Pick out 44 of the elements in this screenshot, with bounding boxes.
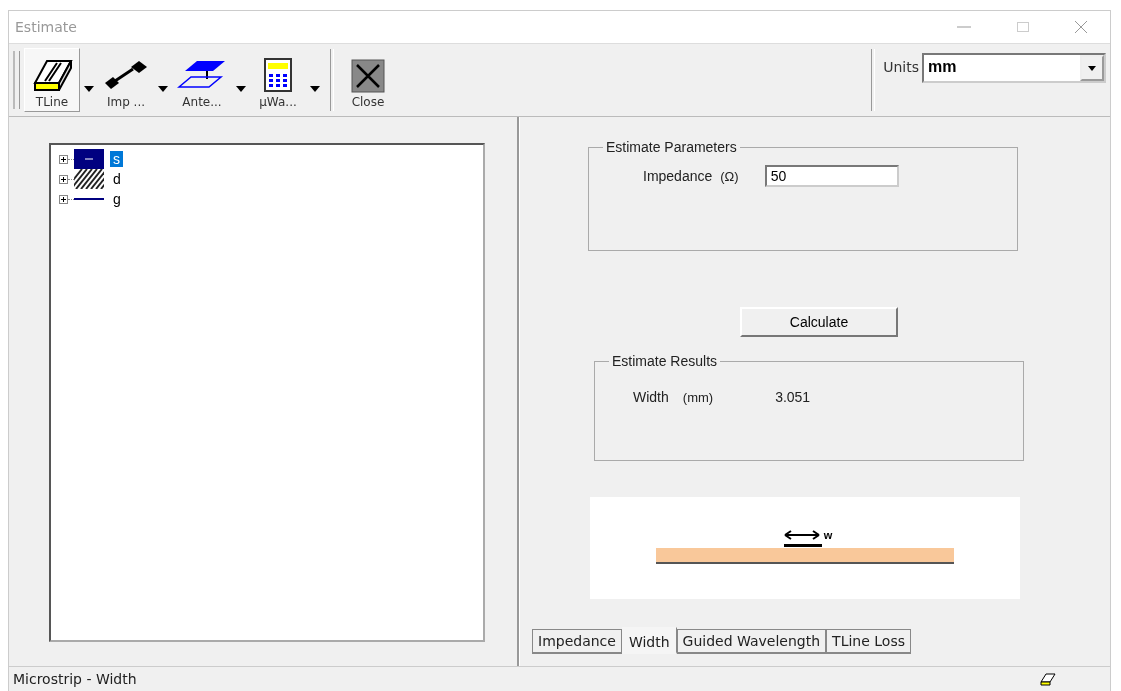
hatched-layer-icon	[74, 169, 104, 189]
transmission-line-icon	[1040, 672, 1056, 686]
tab[interactable]: TLine Loss	[826, 629, 911, 654]
group-title: Estimate Parameters	[605, 139, 738, 155]
layer-icon	[74, 149, 104, 169]
transmission-line-icon	[31, 57, 73, 93]
toolbar-button[interactable]: Close	[340, 48, 396, 112]
tree-item[interactable]: s	[110, 151, 123, 167]
width-arrow-icon	[783, 530, 820, 540]
caret-icon[interactable]	[310, 86, 320, 92]
caret-icon[interactable]	[158, 86, 168, 92]
group-title: Estimate Results	[611, 353, 719, 369]
caret-icon[interactable]	[84, 86, 94, 92]
unit-label: (mm)	[682, 389, 714, 405]
status-text: Microstrip - Width	[13, 671, 137, 687]
tab[interactable]: Impedance	[532, 629, 622, 654]
toolbar-button[interactable]: Imp ...	[98, 48, 154, 112]
field-label: Impedance	[643, 168, 713, 184]
close-icon	[351, 59, 385, 93]
expand-icon[interactable]	[59, 194, 68, 204]
toolbar-button[interactable]: Ante...	[172, 48, 232, 112]
result-value: 3.051	[775, 389, 811, 405]
units-label: Units	[883, 59, 919, 75]
expand-icon[interactable]	[59, 174, 68, 184]
calculate-button[interactable]: Calculate	[740, 307, 898, 337]
unit-label: (Ω)	[720, 168, 739, 184]
tree-item[interactable]: g	[110, 191, 124, 207]
tree-item[interactable]: d	[110, 171, 124, 187]
toolbar-grip[interactable]	[13, 51, 20, 109]
impedance-field[interactable]: 50	[764, 165, 899, 187]
calculator-icon	[263, 57, 293, 93]
width-label: w	[823, 530, 833, 540]
result-label: Width	[633, 389, 669, 405]
close-icon[interactable]	[1074, 20, 1088, 34]
line-layer-icon	[74, 198, 104, 200]
caret-icon[interactable]	[236, 86, 246, 92]
units-dropdown[interactable]: mm	[922, 53, 1106, 83]
caret-icon	[1088, 65, 1096, 71]
toolbar-button[interactable]: µWa...	[250, 48, 306, 112]
expand-icon[interactable]	[59, 154, 68, 164]
tab[interactable]: Guided Wavelength	[676, 629, 827, 654]
tab[interactable]: Width	[621, 627, 677, 654]
window-title: Estimate	[15, 19, 77, 35]
toolbar-button[interactable]: TLine	[24, 48, 80, 112]
